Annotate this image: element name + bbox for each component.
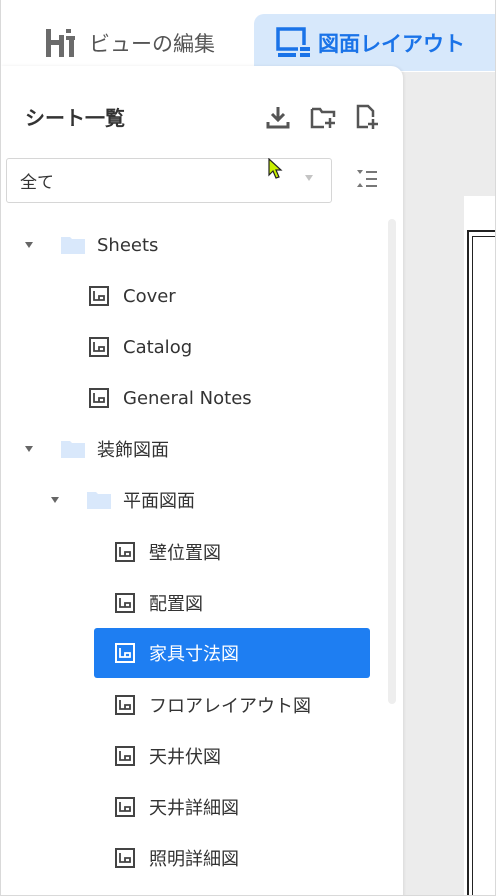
tree-item-label: 壁位置図 xyxy=(149,543,221,564)
tree-item[interactable]: 照明詳細図 xyxy=(115,837,239,879)
sort-list-icon xyxy=(357,170,377,187)
sheet-icon xyxy=(115,593,135,613)
tab-sheet-layout[interactable]: 図面レイアウト xyxy=(254,14,495,71)
tab-bar: ビューの編集 図面レイアウト xyxy=(1,0,495,72)
tab-view-edit-label: ビューの編集 xyxy=(89,31,215,56)
expand-arrow-icon[interactable] xyxy=(25,446,33,452)
sheet-icon xyxy=(115,746,135,766)
tree-item[interactable]: Catalog xyxy=(89,326,192,368)
download-button[interactable] xyxy=(265,104,291,130)
sheet-icon xyxy=(89,337,109,357)
tab-sheet-layout-label: 図面レイアウト xyxy=(318,31,465,56)
tree-item-label: Catalog xyxy=(123,336,193,358)
tree-folder-plan[interactable]: 平面図面 xyxy=(51,479,195,521)
tab-view-edit[interactable]: ビューの編集 xyxy=(45,14,215,71)
folder-icon xyxy=(87,492,111,509)
sheet-layout-icon xyxy=(276,26,310,57)
new-folder-button[interactable] xyxy=(310,104,336,130)
tree-item-label: 天井伏図 xyxy=(149,747,221,768)
sheet-frame-inner xyxy=(472,236,495,895)
new-folder-icon xyxy=(310,107,336,129)
sheet-icon xyxy=(115,643,135,663)
download-icon xyxy=(266,107,290,129)
sheet-icon xyxy=(89,388,109,408)
app-window: ビューの編集 図面レイアウト シート一覧 全て Sheets Cover Cat… xyxy=(0,0,496,896)
tree-item-label: General Notes xyxy=(123,387,252,409)
tree-item[interactable]: General Notes xyxy=(89,377,252,419)
tree-folder-label: 平面図面 xyxy=(123,491,195,512)
sheet-icon xyxy=(115,797,135,817)
tree-item-label: 天井詳細図 xyxy=(149,798,239,819)
tree-folder-decoration[interactable]: 装飾図面 xyxy=(25,428,169,470)
chevron-down-icon xyxy=(305,175,313,181)
folder-icon xyxy=(61,441,85,458)
sheet-icon xyxy=(115,848,135,868)
expand-arrow-icon[interactable] xyxy=(25,242,33,248)
tree-item[interactable]: Cover xyxy=(89,275,176,317)
tree-item-selected[interactable]: 家具寸法図 xyxy=(94,628,370,678)
tree-scrollbar[interactable] xyxy=(388,219,396,704)
tree-folder-sheets[interactable]: Sheets xyxy=(25,224,158,266)
filter-value: 全て xyxy=(20,173,54,193)
tree-folder-label: 装飾図面 xyxy=(97,440,169,461)
tree-item[interactable]: 壁位置図 xyxy=(115,531,221,573)
sheet-icon xyxy=(89,286,109,306)
panel-title: シート一覧 xyxy=(25,106,125,130)
folder-icon xyxy=(61,237,85,254)
mouse-cursor-icon xyxy=(268,158,283,179)
tree-item[interactable]: 天井詳細図 xyxy=(115,786,239,828)
tree-item-label: 配置図 xyxy=(149,594,203,615)
tree-item[interactable]: フロアレイアウト図 xyxy=(115,684,311,726)
tree-item-label: 照明詳細図 xyxy=(149,849,239,870)
sheet-icon xyxy=(115,542,135,562)
expand-arrow-icon[interactable] xyxy=(51,497,59,503)
sheet-icon xyxy=(115,695,135,715)
sort-button[interactable] xyxy=(355,167,379,193)
new-sheet-icon xyxy=(356,104,378,129)
tree-item[interactable]: 天井伏図 xyxy=(115,735,221,777)
tree-item-label: 家具寸法図 xyxy=(149,644,239,665)
tree-item-label: フロアレイアウト図 xyxy=(149,696,311,717)
tree-item[interactable]: 配置図 xyxy=(115,582,203,624)
tree-folder-label: Sheets xyxy=(97,234,159,256)
view-edit-icon xyxy=(46,28,75,57)
new-sheet-button[interactable] xyxy=(354,104,380,130)
tree-item-label: Cover xyxy=(123,285,176,307)
